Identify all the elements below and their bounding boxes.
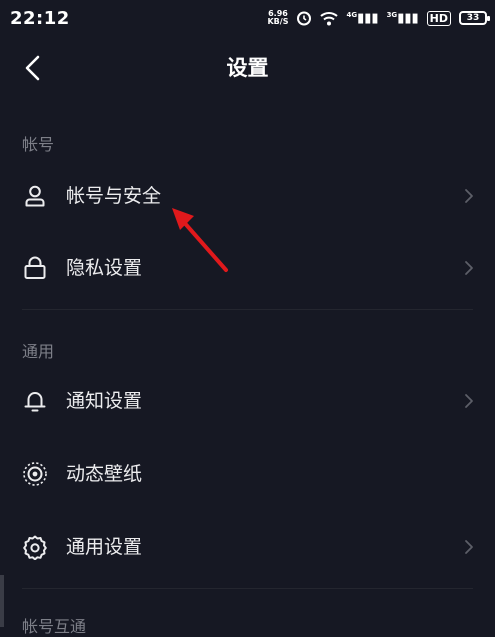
row-label-general-settings: 通用设置 xyxy=(66,536,143,558)
alarm-icon xyxy=(297,11,312,26)
section-header-general: 通用 xyxy=(22,342,55,361)
network-speed-unit: KB/S xyxy=(267,17,289,26)
nav-bar: 设置 xyxy=(0,40,495,96)
wallpaper-icon xyxy=(23,462,47,486)
row-label-notification-settings: 通知设置 xyxy=(66,390,143,412)
battery-icon: 33 xyxy=(459,11,490,25)
chevron-right-icon xyxy=(465,261,473,275)
row-privacy-settings[interactable]: 隐私设置 xyxy=(0,238,495,298)
hd-icon: HD xyxy=(426,10,451,26)
chevron-right-icon xyxy=(465,540,473,554)
row-live-wallpaper[interactable]: 动态壁纸 xyxy=(0,444,495,504)
network-speed: 6.96 KB/S xyxy=(267,10,288,26)
lock-icon xyxy=(24,256,46,279)
signal-3g-label: 3G xyxy=(386,10,398,19)
section-divider xyxy=(22,588,473,589)
signal-4g-icon: 4G▮▮▮ xyxy=(346,10,379,26)
gear-icon xyxy=(23,535,47,560)
scroll-edge-indicator xyxy=(0,575,4,627)
status-icons: 6.96 KB/S 4G▮▮▮ 3G▮▮▮ HD 33 xyxy=(267,10,490,26)
user-icon xyxy=(25,185,45,207)
bell-icon xyxy=(24,392,46,412)
back-icon[interactable] xyxy=(18,52,50,84)
row-account-security[interactable]: 帐号与安全 xyxy=(0,166,495,226)
row-label-privacy-settings: 隐私设置 xyxy=(66,257,143,279)
battery-level: 33 xyxy=(466,13,480,23)
section-header-account: 帐号 xyxy=(22,135,55,154)
chevron-right-icon xyxy=(465,394,473,408)
section-divider xyxy=(22,309,473,310)
signal-4g-label: 4G xyxy=(346,10,358,19)
row-general-settings[interactable]: 通用设置 xyxy=(0,517,495,577)
wifi-icon xyxy=(320,11,339,25)
status-time: 22:12 xyxy=(10,7,70,29)
row-label-account-security: 帐号与安全 xyxy=(66,185,162,207)
row-label-live-wallpaper: 动态壁纸 xyxy=(66,463,143,485)
section-header-interop: 帐号互通 xyxy=(22,617,87,636)
page-title: 设置 xyxy=(226,56,269,80)
chevron-right-icon xyxy=(465,189,473,203)
status-bar: 22:12 6.96 KB/S 4G▮▮▮ 3G▮▮▮ HD 33 xyxy=(0,0,495,36)
row-notification-settings[interactable]: 通知设置 xyxy=(0,371,495,431)
signal-3g-icon: 3G▮▮▮ xyxy=(386,10,419,26)
